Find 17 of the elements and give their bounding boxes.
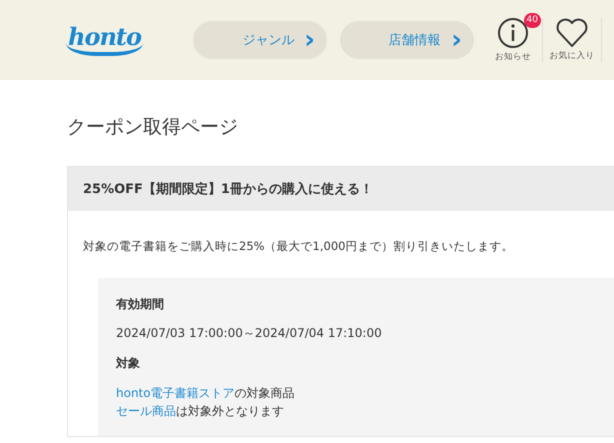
detail-text: 2024/07/03 17:00:00～2024/07/04 17:10:00 [116, 325, 383, 342]
count-badge: 40 [524, 13, 541, 28]
logo[interactable]: honto [66, 24, 143, 56]
nav-button[interactable]: ジャンル › [193, 21, 327, 59]
detail-heading: 対象 [116, 355, 141, 372]
link[interactable]: セール商品 [116, 404, 176, 418]
heart-icon [556, 18, 588, 48]
detail-text: honto電子書籍ストアの対象商品 [116, 385, 296, 402]
detail-text: セール商品は対象外となります [116, 403, 285, 420]
coupon-description: 対象の電子書籍をご購入時に25%（最大で1,000円まで）割り引きいたします。 [83, 239, 514, 254]
link[interactable]: honto電子書籍ストア [116, 386, 235, 400]
page-title: クーポン取得ページ [67, 115, 239, 140]
nav-button[interactable]: 店舗情報 › [340, 21, 474, 59]
detail-heading: 有効期間 [116, 296, 165, 313]
coupon-title: 25%OFF【期間限定】1冊からの購入に使える！ [83, 180, 373, 198]
icon-link[interactable]: お気に入り [543, 18, 601, 62]
info-icon [497, 17, 529, 49]
